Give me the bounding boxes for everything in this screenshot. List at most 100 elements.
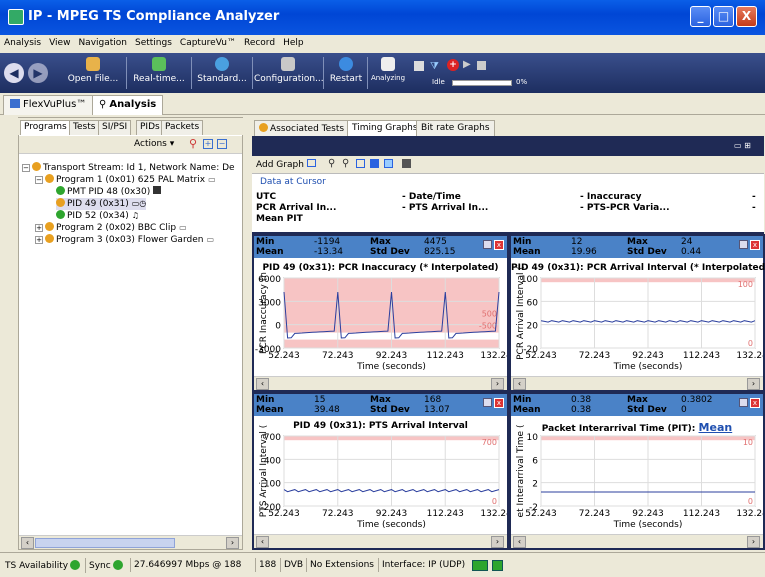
back-icon[interactable]: ◀: [4, 63, 24, 83]
forward-icon[interactable]: ▶: [28, 63, 48, 83]
tab-programs[interactable]: Programs: [20, 120, 71, 135]
tree-node-program-2[interactable]: + Program 2 (0x02) BBC Clip ▭: [35, 222, 187, 234]
scroll-right-icon[interactable]: ›: [226, 537, 239, 549]
standard-button[interactable]: Standard...: [193, 55, 251, 91]
graph-scrollbar[interactable]: ‹ ›: [511, 534, 763, 548]
tree-node-pid-52[interactable]: PID 52 (0x34) ♫: [56, 210, 139, 222]
tab-associated-tests[interactable]: Associated Tests: [254, 120, 350, 136]
tree-node-pmt-pid-48[interactable]: PMT PID 48 (0x30): [56, 186, 162, 198]
collapse-icon[interactable]: −: [35, 176, 43, 184]
zoom-out-icon[interactable]: ⚲: [342, 158, 349, 169]
panel-splitter[interactable]: [243, 117, 251, 550]
status-dot-icon: [56, 198, 65, 207]
expand-icon[interactable]: +: [35, 224, 43, 232]
scroll-thumb[interactable]: [35, 538, 175, 548]
scroll-left-icon[interactable]: ‹: [513, 378, 526, 390]
label-pts-arrival: - PTS Arrival In...: [402, 203, 489, 213]
scroll-right-icon[interactable]: ›: [747, 378, 760, 390]
realtime-icon: [152, 57, 166, 71]
x-axis-label: Time (seconds): [356, 362, 426, 372]
scroll-left-icon[interactable]: ‹: [256, 378, 269, 390]
x-tick-label: 72.243: [579, 509, 611, 519]
menu-settings[interactable]: Settings: [131, 35, 176, 48]
filter-icon[interactable]: ⧩: [430, 61, 442, 72]
analyzing-icon: [381, 57, 395, 71]
left-horizontal-scrollbar[interactable]: ‹ ›: [19, 535, 242, 549]
menu-help[interactable]: Help: [279, 35, 308, 48]
real-time-button[interactable]: Real-time...: [128, 55, 190, 91]
zoom-in-icon[interactable]: ⚲: [328, 158, 335, 169]
graph-panel-pcr-inaccuracy: Min -1194 Max 4475 Mean -13.34 Std Dev 8…: [252, 234, 509, 392]
menu-navigation[interactable]: Navigation: [74, 35, 131, 48]
configuration-button[interactable]: Configuration...: [254, 55, 324, 91]
menu-record[interactable]: Record: [240, 35, 279, 48]
layout-icon[interactable]: ▭ ⊞: [734, 141, 751, 150]
tree-node-program-1[interactable]: − Program 1 (0x01) 625 PAL Matrix ▭: [35, 174, 216, 186]
left-tab-strip: Programs Tests SI/PSI PIDs Packets: [18, 118, 243, 135]
scroll-left-icon[interactable]: ‹: [513, 536, 526, 548]
limit-low-label: 0: [748, 339, 753, 348]
open-file-button[interactable]: Open File...: [62, 55, 124, 91]
actions-dropdown[interactable]: Actions ▾: [134, 139, 174, 149]
scroll-left-icon[interactable]: ‹: [256, 536, 269, 548]
graph-plot[interactable]: 600030000-3000500-500PCR Inaccuracy (n52…: [254, 236, 507, 376]
expand-icon[interactable]: +: [35, 236, 43, 244]
capture-icon[interactable]: [414, 61, 424, 71]
tab-tests[interactable]: Tests: [69, 120, 100, 135]
find-icon[interactable]: ⚲: [189, 137, 197, 150]
tab-analysis[interactable]: ⚲ Analysis: [92, 95, 164, 115]
network-icon: [472, 560, 488, 571]
status-dot-icon: [45, 234, 54, 243]
export-icon[interactable]: [384, 159, 393, 168]
tab-si-psi[interactable]: SI/PSI: [98, 120, 132, 135]
tree-node-pid-49[interactable]: PID 49 (0x31) ▭◷: [56, 198, 147, 210]
collapse-all-icon[interactable]: −: [217, 139, 227, 149]
graph-scrollbar[interactable]: ‹ ›: [254, 376, 507, 390]
scroll-left-icon[interactable]: ‹: [21, 537, 34, 549]
status-idle: Idle: [432, 78, 445, 86]
close-button[interactable]: X: [736, 6, 757, 27]
graph-plot[interactable]: 1006020-201000PCR Arrival Interval (52.2…: [511, 236, 763, 376]
label-utc: UTC: [256, 192, 277, 202]
scroll-right-icon[interactable]: ›: [491, 378, 504, 390]
stop-icon[interactable]: [477, 61, 486, 70]
x-tick-label: 72.243: [322, 509, 354, 519]
maximize-button[interactable]: □: [713, 6, 734, 27]
tree-node-program-3[interactable]: + Program 3 (0x03) Flower Garden ▭: [35, 234, 214, 246]
menu-view[interactable]: View: [45, 35, 74, 48]
x-tick-label: 132.243: [480, 509, 507, 519]
grid-toggle-icon[interactable]: [370, 159, 379, 168]
graph-plot[interactable]: 1062-2100et Interarrival Time (52.243 72.…: [511, 394, 763, 534]
expand-all-icon[interactable]: +: [203, 139, 213, 149]
scroll-right-icon[interactable]: ›: [747, 536, 760, 548]
tab-bit-rate-graphs[interactable]: Bit rate Graphs: [416, 120, 495, 136]
graph-scrollbar[interactable]: ‹ ›: [511, 376, 763, 390]
y-tick-label: 10: [527, 433, 539, 443]
tab-flexvuplus[interactable]: FlexVuPlus™: [3, 95, 94, 115]
collapse-icon[interactable]: −: [22, 164, 30, 172]
status-packet-size: 188: [255, 558, 279, 572]
scroll-right-icon[interactable]: ›: [491, 536, 504, 548]
y-tick-label: 60: [527, 298, 539, 308]
tab-pids[interactable]: PIDs: [136, 120, 164, 135]
x-tick-label: 92.243: [376, 509, 408, 519]
play-icon[interactable]: ▶: [463, 59, 471, 70]
y-tick-label: 2: [532, 480, 538, 490]
tab-packets[interactable]: Packets: [161, 120, 204, 135]
print-icon[interactable]: [402, 159, 411, 168]
zoom-fit-icon[interactable]: [356, 159, 365, 168]
tab-timing-graphs[interactable]: Timing Graphs: [347, 120, 423, 136]
tree-node-transport-stream[interactable]: − Transport Stream: Id 1, Network Name: D…: [22, 162, 235, 174]
analyzing-button[interactable]: Analyzing: [370, 55, 406, 91]
menu-capturevu[interactable]: CaptureVu™: [176, 35, 240, 48]
graph-plot[interactable]: 700400100-2007000PTS Arrival Interval (5…: [254, 394, 507, 534]
y-tick-label: 20: [527, 322, 539, 332]
restart-button[interactable]: Restart: [326, 55, 366, 91]
record-icon[interactable]: +: [447, 59, 459, 71]
menu-analysis[interactable]: Analysis: [0, 35, 45, 48]
add-graph-button[interactable]: Add Graph: [256, 159, 316, 170]
minimize-button[interactable]: _: [690, 6, 711, 27]
y-axis-label: PTS Arrival Interval (: [259, 425, 269, 517]
y-axis-label: PCR Inaccuracy (n: [259, 272, 269, 354]
graph-scrollbar[interactable]: ‹ ›: [254, 534, 507, 548]
